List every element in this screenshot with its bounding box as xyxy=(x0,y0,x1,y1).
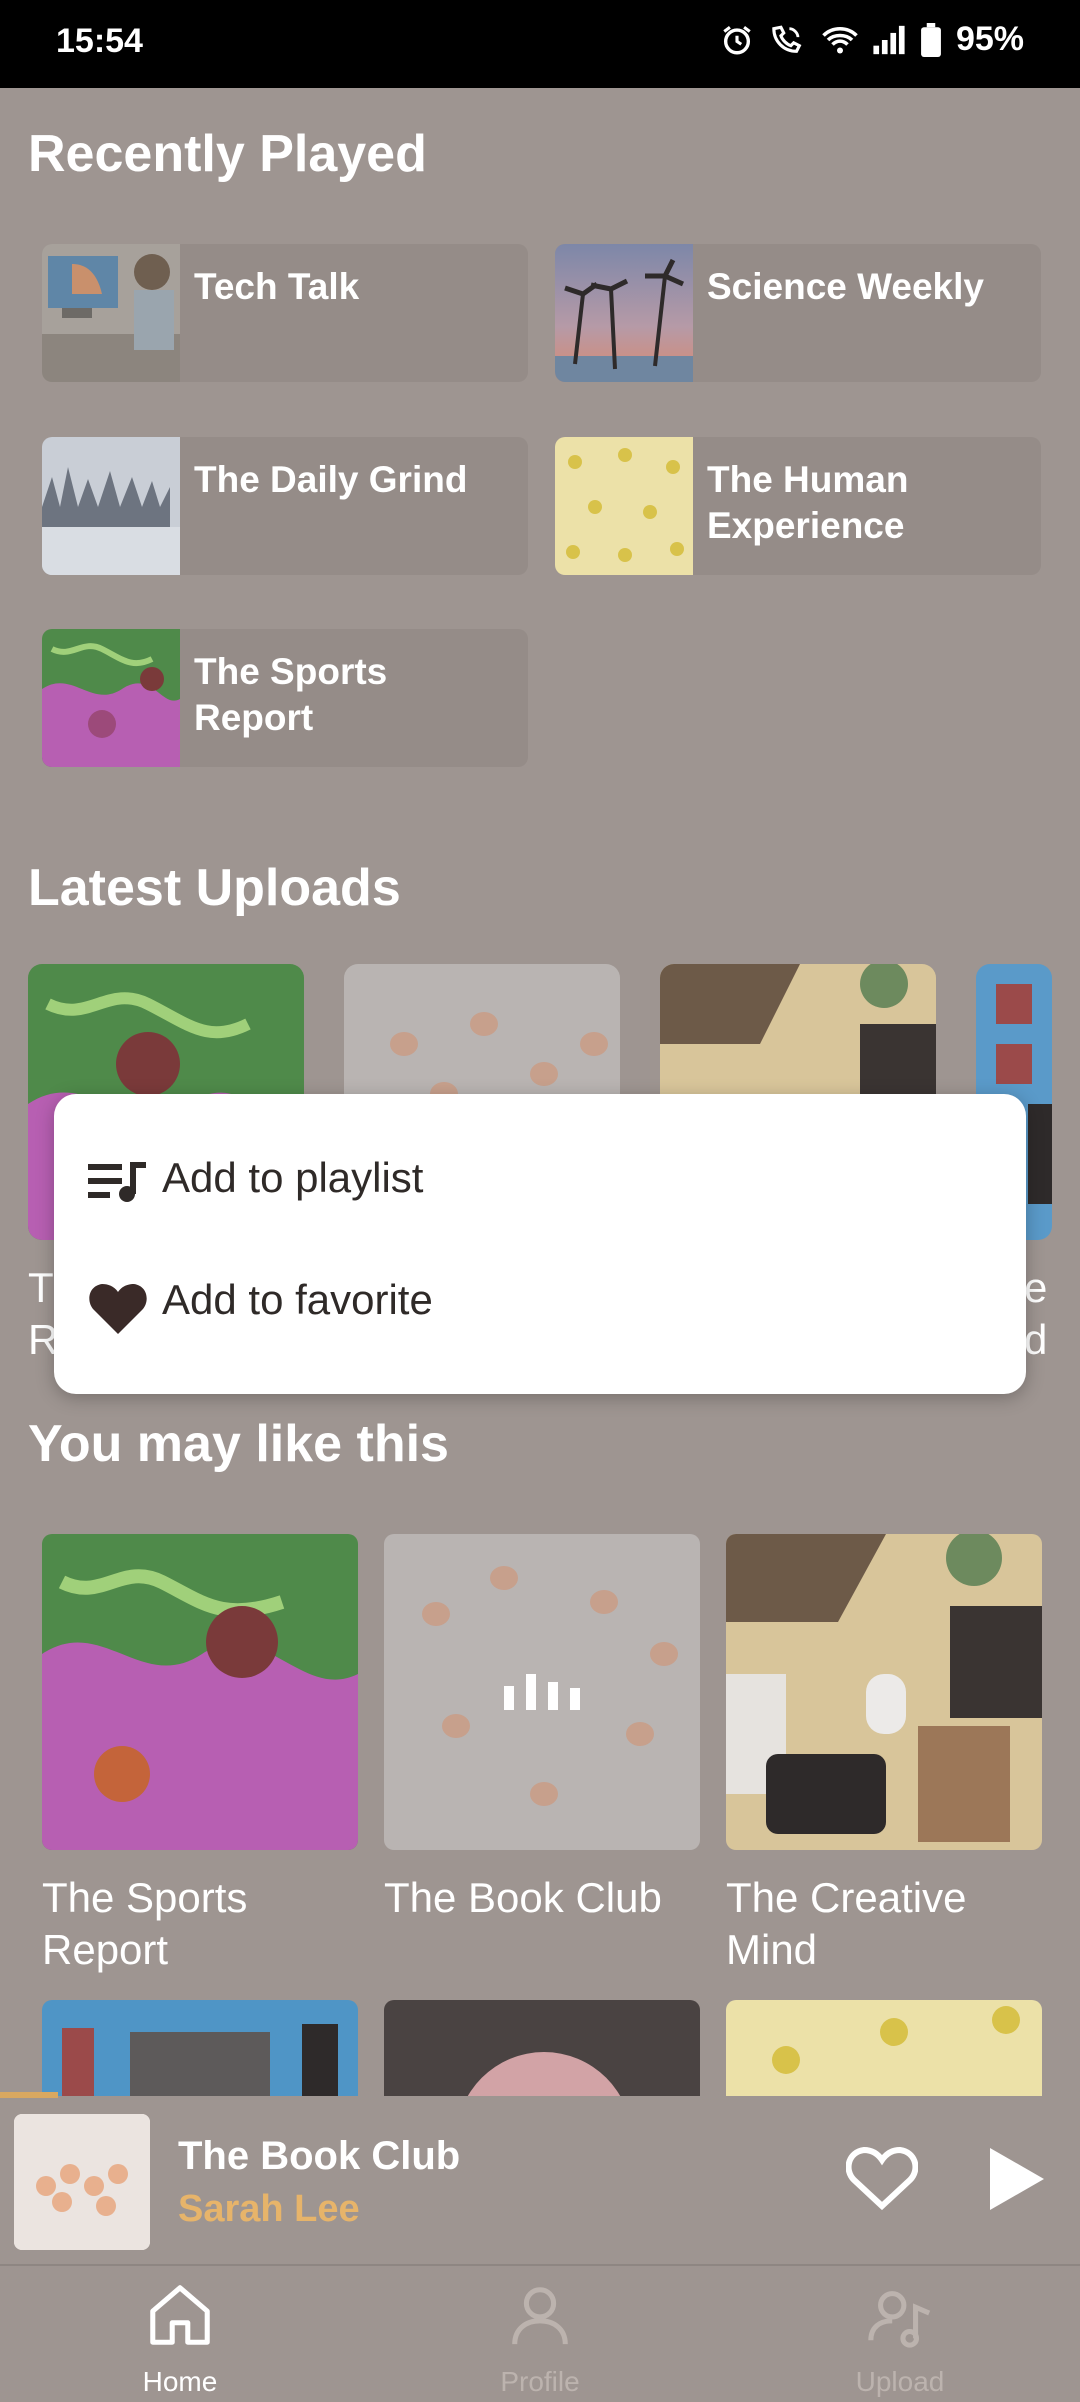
you-may-like-title: You may like this xyxy=(28,1415,449,1473)
battery-percent: 95% xyxy=(955,20,1024,58)
wifi-icon xyxy=(822,26,858,53)
like-card-artwork xyxy=(384,1534,700,1850)
menu-item-label: Add to playlist xyxy=(162,1154,424,1201)
status-time: 15:54 xyxy=(56,22,143,60)
wifi-call-icon xyxy=(772,24,802,53)
like-card-title: The Book Club xyxy=(384,1874,662,1921)
like-card-artwork xyxy=(467,2052,621,2096)
like-card-partial[interactable] xyxy=(42,2000,358,2096)
recent-card-label: Science Weekly xyxy=(707,266,984,307)
recently-played-title: Recently Played xyxy=(28,125,427,183)
upload-title-partial: ed xyxy=(1024,1264,1048,1363)
mini-player[interactable]: The Book Club Sarah Lee xyxy=(0,2098,1080,2264)
nav-item-profile[interactable]: Profile xyxy=(360,2266,720,2402)
like-card-partial[interactable] xyxy=(384,2000,700,2096)
profile-icon xyxy=(512,2287,568,2345)
nav-label-profile: Profile xyxy=(500,2366,580,2397)
like-card-partial[interactable] xyxy=(726,2000,1042,2096)
like-card-the-sports-report[interactable]: The Sports Report xyxy=(42,1534,358,1976)
home-icon xyxy=(150,2285,210,2345)
recent-card-science-weekly[interactable]: Science Weekly xyxy=(555,244,1041,382)
like-card-artwork xyxy=(772,2006,1020,2074)
status-icons: 95% xyxy=(720,20,1024,59)
playlist-add-icon xyxy=(88,1162,146,1202)
mini-player-title: The Book Club xyxy=(178,2134,461,2178)
upload-icon xyxy=(868,2291,931,2348)
science-weekly-thumbnail xyxy=(555,244,693,382)
recent-card-the-human-experience[interactable]: The Human Experience xyxy=(555,437,1041,575)
context-menu: Add to playlist Add to favorite xyxy=(54,1094,1026,1394)
recent-card-the-sports-report[interactable]: The Sports Report xyxy=(42,629,528,767)
the-daily-grind-thumbnail xyxy=(42,437,180,575)
like-card-artwork xyxy=(62,2024,338,2096)
nav-item-upload[interactable]: Upload xyxy=(720,2266,1080,2402)
like-card-the-creative-mind[interactable]: The Creative Mind xyxy=(726,1534,1042,1976)
signal-icon xyxy=(873,25,905,54)
menu-item-add-to-playlist[interactable]: Add to playlist xyxy=(54,1124,1026,1244)
like-card-artwork xyxy=(726,1534,1042,1850)
recent-card-label: The Human Experience xyxy=(707,459,909,546)
mini-player-artist: Sarah Lee xyxy=(178,2188,360,2230)
recent-card-the-daily-grind[interactable]: The Daily Grind xyxy=(42,437,528,575)
play-icon[interactable] xyxy=(986,2146,1046,2212)
battery-icon xyxy=(921,22,941,57)
recent-card-label: Tech Talk xyxy=(194,266,360,307)
latest-uploads-title: Latest Uploads xyxy=(28,859,401,917)
alarm-icon xyxy=(723,25,751,54)
heart-outline-icon[interactable] xyxy=(846,2146,918,2210)
now-playing-bars-icon xyxy=(504,1674,580,1710)
menu-item-add-to-favorite[interactable]: Add to favorite xyxy=(54,1246,1026,1366)
nav-label-home: Home xyxy=(142,2366,218,2397)
mini-player-artwork xyxy=(14,2114,150,2250)
status-bar: 15:54 95% xyxy=(0,0,1080,88)
recent-card-tech-talk[interactable]: Tech Talk xyxy=(42,244,528,382)
recent-card-label: The Sports Report xyxy=(194,651,388,738)
like-card-title: The Sports Report xyxy=(42,1874,248,1973)
like-card-the-book-club[interactable]: The Book Club xyxy=(384,1534,700,1924)
the-human-experience-thumbnail xyxy=(555,437,693,575)
menu-item-label: Add to favorite xyxy=(162,1276,433,1323)
the-sports-report-thumbnail xyxy=(42,629,180,767)
bottom-nav: Home Profile Upload xyxy=(0,2264,1080,2402)
heart-filled-icon xyxy=(89,1284,147,1334)
like-card-title: The Creative Mind xyxy=(726,1874,967,1973)
like-card-artwork xyxy=(42,1534,358,1850)
recent-card-label: The Daily Grind xyxy=(194,459,468,500)
nav-item-home[interactable]: Home xyxy=(0,2266,360,2402)
tech-talk-thumbnail xyxy=(42,244,180,382)
nav-label-upload: Upload xyxy=(855,2366,945,2397)
